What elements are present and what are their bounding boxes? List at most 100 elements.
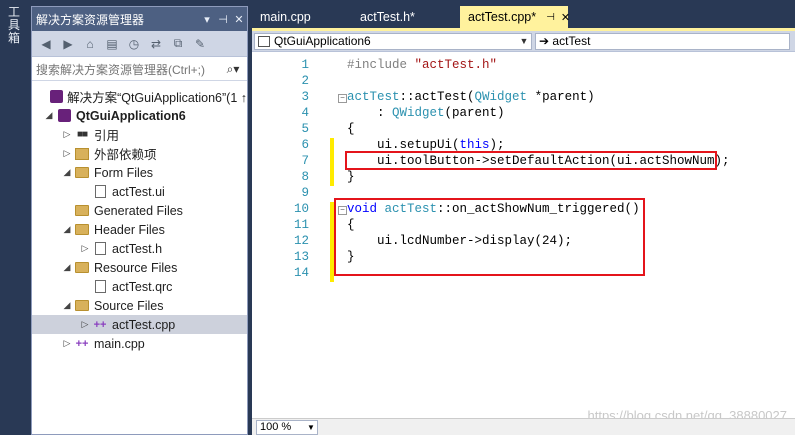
pin-icon[interactable]: ⊣ [546, 12, 555, 23]
line-number: 11 [293, 218, 309, 232]
tree-item-label: Form Files [94, 165, 154, 180]
tab-acttest-h-[interactable]: actTest.h* [352, 6, 460, 28]
folder-icon [74, 204, 90, 218]
code-line[interactable]: { [347, 122, 355, 136]
tree-item[interactable]: Generated Files [32, 201, 247, 220]
home-icon[interactable]: ⌂ [80, 34, 100, 54]
tree-item[interactable]: actTest.ui [32, 182, 247, 201]
project-icon [258, 35, 270, 47]
tree-item-label: QtGuiApplication6 [76, 108, 186, 123]
file-icon [92, 185, 108, 199]
tree-item-label: Generated Files [94, 203, 183, 218]
tree-item[interactable]: ◢ Form Files [32, 163, 247, 182]
switch-views-icon[interactable]: ▤ [102, 34, 122, 54]
collapse-arrow-icon[interactable]: ◢ [60, 300, 74, 311]
cpp-file-icon: ++ [75, 337, 89, 350]
close-icon[interactable]: ✕ [231, 13, 247, 26]
solution-explorer-panel: 解决方案资源管理器 ▾ ⊣ ✕ ◀ ▶ ⌂ ▤ ◷ ⇄ ⧉ ✎ ⌕▾ 解决方案“… [31, 6, 248, 435]
code-line[interactable]: : QWidget(parent) [347, 106, 505, 120]
line-number: 8 [301, 170, 309, 184]
collapse-arrow-icon[interactable]: ◢ [60, 167, 74, 178]
folder-icon [74, 166, 90, 180]
close-icon[interactable]: ✕ [561, 11, 570, 24]
line-number: 2 [301, 74, 309, 88]
file-icon [92, 280, 108, 294]
tree-item[interactable]: ▷ ++ main.cpp [32, 334, 247, 353]
tree-item-label: actTest.h [112, 241, 163, 256]
tree-item[interactable]: ▷ 外部依赖项 [32, 144, 247, 163]
line-number: 4 [301, 106, 309, 120]
tree-item[interactable]: ◢ Header Files [32, 220, 247, 239]
toolbox-strip[interactable]: 工具箱 [0, 0, 28, 435]
pin-icon[interactable]: ⊣ [215, 13, 231, 26]
zoom-combo[interactable]: 100 % ▼ [256, 419, 318, 435]
expand-arrow-icon[interactable]: ▷ [60, 338, 74, 349]
code-line[interactable]: } [347, 170, 355, 184]
code-area[interactable]: 1 #include "actTest.h"23 actTest::actTest(… [252, 52, 795, 407]
line-number: 1 [301, 58, 309, 72]
fold-toggle-icon[interactable]: − [338, 94, 347, 103]
tree-item-label: 外部依赖项 [94, 148, 157, 162]
forward-icon[interactable]: ▶ [58, 34, 78, 54]
expand-arrow-icon[interactable]: ▷ [78, 243, 92, 254]
tree-item[interactable]: ◢ QtGuiApplication6 [32, 106, 247, 125]
zoom-value: 100 % [260, 421, 292, 433]
tree-item[interactable]: actTest.qrc [32, 277, 247, 296]
search-input[interactable] [32, 59, 219, 80]
toolbox-label[interactable]: 工具箱 [8, 6, 22, 45]
line-number: 6 [301, 138, 309, 152]
tree-item-label: Source Files [94, 298, 164, 313]
references-icon: ■■ [76, 129, 88, 140]
chevron-down-icon[interactable]: ▼ [517, 36, 531, 46]
code-line[interactable]: #include "actTest.h" [347, 58, 497, 72]
pending-changes-icon[interactable]: ◷ [124, 34, 144, 54]
solution-tree: 解决方案“QtGuiApplication6”(1 ↑ ◢ QtGuiApplica… [32, 81, 247, 353]
scope-combo[interactable]: QtGuiApplication6 ▼ [254, 32, 532, 50]
tree-item-label: 解决方案“QtGuiApplication6”(1 ↑ [67, 91, 247, 105]
tree-item-label: 引用 [94, 129, 120, 143]
document-tabs: main.cpp actTest.h* actTest.cpp* ⊣ ✕ [252, 6, 795, 28]
tree-item[interactable]: ▷ actTest.h [32, 239, 247, 258]
cpp-file-icon: ++ [93, 318, 107, 331]
tree-item-label: Resource Files [94, 260, 178, 275]
change-indicator [330, 138, 334, 186]
tree-item[interactable]: ▷ ■■ 引用 [32, 125, 247, 144]
collapse-all-icon[interactable]: ⧉ [168, 34, 188, 54]
tree-item[interactable]: 解决方案“QtGuiApplication6”(1 ↑ [32, 87, 247, 106]
expand-arrow-icon[interactable]: ▷ [60, 148, 74, 159]
folder-icon [74, 299, 90, 313]
line-number: 14 [293, 266, 309, 280]
code-line[interactable]: ui.setupUi(this); [347, 138, 505, 152]
back-icon[interactable]: ◀ [36, 34, 56, 54]
tree-item-label: actTest.cpp [112, 317, 176, 332]
line-number: 3 [301, 90, 309, 104]
code-line[interactable]: actTest::actTest(QWidget *parent) [347, 90, 595, 104]
solution-explorer-titlebar: 解决方案资源管理器 ▾ ⊣ ✕ [32, 7, 247, 31]
navigation-bar: QtGuiApplication6 ▼ ➔ actTest [252, 31, 795, 52]
window-position-icon[interactable]: ▾ [199, 13, 215, 26]
folder-icon [74, 223, 90, 237]
collapse-arrow-icon[interactable]: ◢ [60, 224, 74, 235]
properties-icon[interactable]: ✎ [190, 34, 210, 54]
collapse-arrow-icon[interactable]: ◢ [60, 262, 74, 273]
scope-combo-value: QtGuiApplication6 [274, 34, 371, 48]
highlight-box [334, 198, 645, 276]
tree-item[interactable]: ◢ Source Files [32, 296, 247, 315]
expand-arrow-icon[interactable]: ▷ [78, 319, 92, 330]
expand-arrow-icon[interactable]: ▷ [60, 129, 74, 140]
tree-item[interactable]: ▷ ++ actTest.cpp [32, 315, 247, 334]
tab-label: actTest.cpp* [468, 10, 537, 24]
tab-acttest-cpp-[interactable]: actTest.cpp* ⊣ ✕ [460, 6, 570, 28]
tab-main-cpp[interactable]: main.cpp [252, 6, 352, 28]
sync-icon[interactable]: ⇄ [146, 34, 166, 54]
search-icon[interactable]: ⌕▾ [219, 62, 247, 77]
line-number: 9 [301, 186, 309, 200]
collapse-arrow-icon[interactable]: ◢ [42, 110, 56, 121]
dependencies-icon [74, 147, 90, 161]
project-icon [50, 90, 64, 104]
member-combo[interactable]: ➔ actTest [535, 32, 790, 50]
tree-item-label: actTest.ui [112, 184, 165, 199]
chevron-down-icon[interactable]: ▼ [305, 423, 317, 432]
tree-item-label: main.cpp [94, 336, 145, 351]
tree-item[interactable]: ◢ Resource Files [32, 258, 247, 277]
